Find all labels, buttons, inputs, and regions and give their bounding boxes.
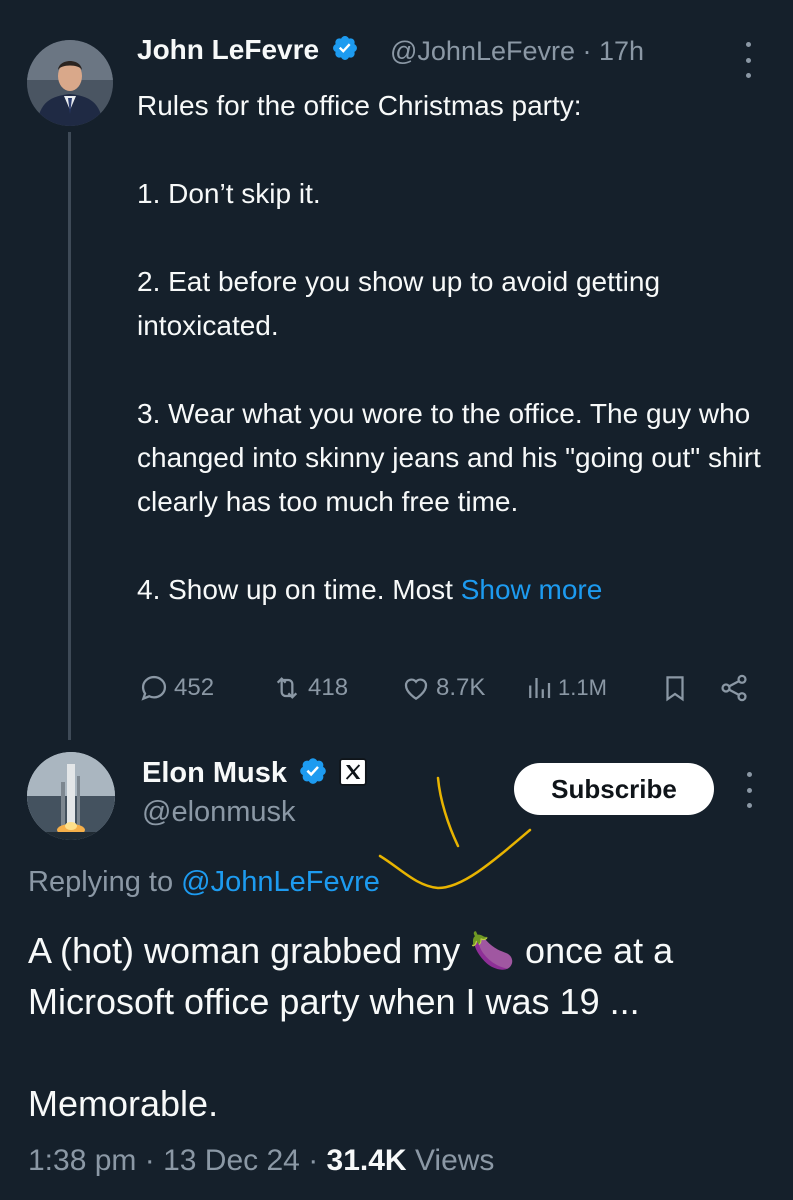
author-handle[interactable]: @JohnLeFevre: [390, 36, 575, 66]
tweet-actions: 452 418 8.7K 1.1M: [138, 668, 758, 708]
repost-count: 418: [308, 674, 349, 701]
tweet-timestamp[interactable]: · 17h: [583, 36, 645, 66]
author-name[interactable]: John LeFevre: [137, 34, 319, 65]
tweet-body: Rules for the office Christmas party: 1.…: [137, 84, 777, 612]
show-more-link[interactable]: Show more: [461, 574, 603, 605]
reply-meta: 1:38 pm · 13 Dec 24 · 31.4K Views: [28, 1144, 494, 1178]
bookmark-icon: [666, 676, 684, 702]
repost-icon: [276, 677, 298, 699]
tweet-text: Rules for the office Christmas party: 1.…: [137, 90, 761, 605]
author-name-row[interactable]: John LeFevre: [137, 34, 359, 66]
share-icon: [721, 674, 747, 702]
reply-button[interactable]: 452: [138, 672, 214, 704]
bookmark-button[interactable]: [660, 672, 690, 704]
reply-views-label: Views: [414, 1144, 495, 1177]
verified-badge-icon: [300, 758, 326, 784]
replying-to-handle[interactable]: @JohnLeFevre: [181, 866, 380, 898]
annotation-scribble: [378, 776, 532, 890]
meta-separator: ·: [308, 1144, 319, 1177]
eggplant-emoji: 🍆: [470, 930, 516, 971]
reply-views-count: 31.4K: [326, 1144, 407, 1177]
author-avatar[interactable]: [27, 40, 113, 126]
reply-date[interactable]: 13 Dec 24: [163, 1144, 300, 1177]
verified-badge-icon: [332, 36, 357, 60]
share-button[interactable]: [718, 672, 750, 704]
reply-time[interactable]: 1:38 pm: [28, 1144, 136, 1177]
reply-count: 452: [174, 674, 215, 701]
more-icon[interactable]: [739, 772, 759, 808]
reply-author-avatar[interactable]: [27, 752, 115, 840]
like-button[interactable]: 8.7K: [400, 672, 485, 704]
replying-to-prefix: Replying to: [28, 866, 182, 898]
views-icon: [529, 678, 551, 698]
replying-to: Replying to @JohnLeFevre: [28, 866, 380, 899]
x-logo-icon: [339, 758, 367, 786]
reply-icon: [141, 675, 167, 701]
like-icon: [404, 678, 428, 700]
views-count: 1.1M: [558, 675, 607, 700]
reply-author-name-row[interactable]: Elon Musk: [142, 756, 367, 790]
like-count: 8.7K: [436, 674, 486, 701]
more-icon[interactable]: [738, 42, 758, 78]
reply-text-start: A (hot) woman grabbed my: [28, 930, 471, 971]
reply-body: A (hot) woman grabbed my 🍆 once at a Mic…: [28, 925, 788, 1129]
reply-author-handle[interactable]: @elonmusk: [142, 796, 296, 829]
author-handle-time: @JohnLeFevre · 17h: [390, 36, 644, 67]
meta-separator: ·: [144, 1144, 155, 1177]
reply-author-name[interactable]: Elon Musk: [142, 757, 287, 789]
thread-line: [68, 132, 71, 740]
views-button[interactable]: 1.1M: [524, 673, 607, 703]
repost-button[interactable]: 418: [270, 672, 348, 704]
subscribe-button[interactable]: Subscribe: [514, 763, 714, 815]
